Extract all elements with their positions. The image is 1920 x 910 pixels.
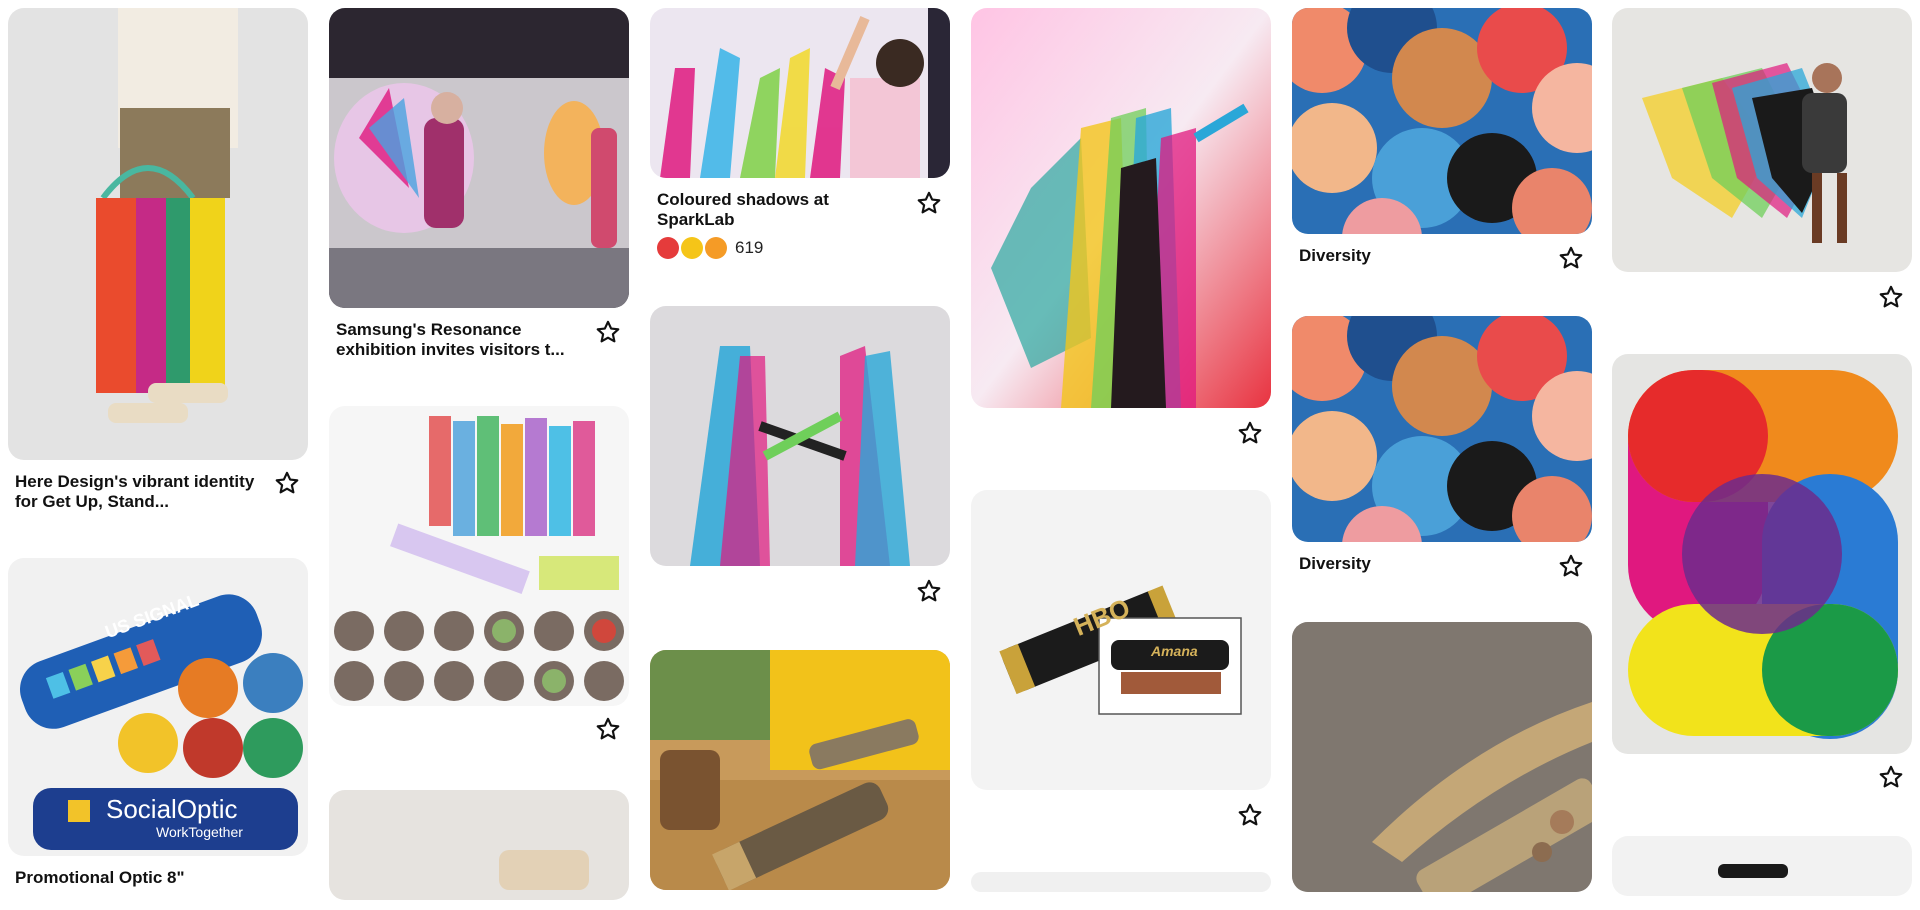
- pin-partial-c4[interactable]: [971, 872, 1271, 892]
- reaction-count: 619: [735, 238, 764, 257]
- pin-image[interactable]: [650, 650, 950, 890]
- pin-title[interactable]: Diversity: [1299, 554, 1539, 574]
- star-struck-icon: [681, 237, 703, 259]
- pin-image[interactable]: [1612, 8, 1912, 272]
- pin-image[interactable]: [971, 8, 1271, 408]
- pin-title[interactable]: Here Design's vibrant identity for Get U…: [15, 472, 255, 512]
- pin-partial-c6[interactable]: [1612, 836, 1912, 896]
- pin-image[interactable]: [1612, 354, 1912, 754]
- star-icon[interactable]: [916, 190, 942, 216]
- pin-color-overlap-logo[interactable]: [1612, 354, 1912, 794]
- pin-tote-bag[interactable]: Here Design's vibrant identity for Get U…: [8, 8, 308, 528]
- logo-main-text: SocialOptic: [106, 794, 238, 824]
- logo-sub-text: WorkTogether: [156, 824, 243, 840]
- pin-title[interactable]: Promotional Optic 8": [15, 868, 255, 888]
- star-icon[interactable]: [1237, 802, 1263, 828]
- pin-image[interactable]: [1292, 8, 1592, 234]
- star-icon[interactable]: [595, 319, 621, 345]
- inset-text: Amana: [1151, 643, 1198, 659]
- star-icon[interactable]: [1878, 284, 1904, 310]
- pin-promotional-optic[interactable]: US SIGNAL SocialOptic WorkTogether Promo…: [8, 558, 308, 888]
- pin-image[interactable]: [971, 872, 1271, 892]
- pin-image[interactable]: [1292, 622, 1592, 892]
- pin-color-shadows-hands[interactable]: [650, 306, 950, 616]
- pin-image[interactable]: [650, 8, 950, 178]
- pin-sparklab-shadows[interactable]: Coloured shadows at SparkLab 619: [650, 8, 950, 278]
- pin-quill-scope[interactable]: [1292, 622, 1592, 892]
- pin-title[interactable]: Coloured shadows at SparkLab: [657, 190, 897, 230]
- pin-kaleidoscopes[interactable]: [329, 406, 629, 746]
- pin-image[interactable]: [971, 490, 1271, 790]
- pin-image[interactable]: [1612, 836, 1912, 896]
- pin-title[interactable]: Diversity: [1299, 246, 1539, 266]
- star-icon[interactable]: [1558, 245, 1584, 271]
- pin-wood-scope[interactable]: [329, 790, 629, 910]
- pin-image[interactable]: [329, 406, 629, 706]
- pin-rainbow-shadow[interactable]: [971, 8, 1271, 458]
- reactions[interactable]: 619: [657, 236, 763, 260]
- pin-image[interactable]: [650, 306, 950, 566]
- pin-diversity-1[interactable]: Diversity: [1292, 8, 1592, 278]
- pin-samsung-resonance[interactable]: Samsung's Resonance exhibition invites v…: [329, 8, 629, 368]
- pin-title[interactable]: Samsung's Resonance exhibition invites v…: [336, 320, 576, 360]
- pin-diversity-2[interactable]: Diversity: [1292, 316, 1592, 586]
- pin-image[interactable]: [8, 8, 308, 460]
- star-icon[interactable]: [274, 470, 300, 496]
- pin-hbo-scope[interactable]: HBO Amana: [971, 490, 1271, 830]
- star-icon[interactable]: [1878, 764, 1904, 790]
- star-icon[interactable]: [1558, 553, 1584, 579]
- pin-image[interactable]: [329, 8, 629, 308]
- star-icon[interactable]: [1237, 420, 1263, 446]
- star-icon[interactable]: [916, 578, 942, 604]
- heart-eyes-icon: [657, 237, 679, 259]
- pin-image[interactable]: [1292, 316, 1592, 542]
- pin-guitar-shadows[interactable]: [1612, 8, 1912, 308]
- pin-brass-scope[interactable]: [650, 650, 950, 890]
- star-icon[interactable]: [595, 716, 621, 742]
- wow-icon: [705, 237, 727, 259]
